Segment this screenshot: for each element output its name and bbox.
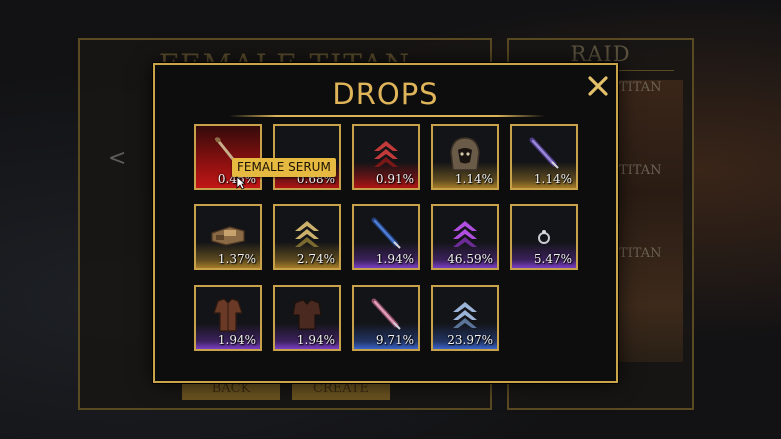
drop-chance: 2.74% (296, 252, 335, 266)
jacket-dark-icon (275, 295, 339, 335)
drop-slot-item-4[interactable]: 1.14% (431, 124, 499, 190)
drop-chance: 1.94% (217, 333, 256, 347)
gear-device-icon (196, 214, 260, 254)
drop-slot-item-6[interactable]: 1.37% (194, 204, 262, 270)
drop-chance: 1.94% (375, 252, 414, 266)
drop-chance: 1.14% (454, 172, 493, 186)
cursor-icon (236, 176, 246, 190)
item-tooltip: FEMALE SERUM (232, 158, 336, 177)
blade-purple-icon (512, 134, 576, 174)
drop-chance: 1.37% (217, 252, 256, 266)
drop-slot-item-8[interactable]: 1.94% (352, 204, 420, 270)
raid-item-2[interactable]: TITAN (619, 163, 662, 178)
drop-slot-female-serum[interactable]: 0.46% (194, 124, 262, 190)
rank-chevron-blue-icon (433, 295, 497, 335)
blade-blue-icon (354, 214, 418, 254)
drop-chance: 5.47% (533, 252, 572, 266)
rank-chevron-purple-icon (433, 214, 497, 254)
rank-chevron-red-icon (354, 134, 418, 174)
drop-chance: 23.97% (447, 333, 493, 347)
drop-slot-item-9[interactable]: 46.59% (431, 204, 499, 270)
drop-slot-item-14[interactable]: 23.97% (431, 285, 499, 351)
drop-slot-item-5[interactable]: 1.14% (510, 124, 578, 190)
drop-chance: 9.71% (375, 333, 414, 347)
drop-chance: 1.94% (296, 333, 335, 347)
drop-slot-item-10[interactable]: 5.47% (510, 204, 578, 270)
raid-titan-art (619, 80, 683, 362)
modal-title: DROPS (332, 77, 439, 111)
rank-chevron-gold-icon (275, 214, 339, 254)
raid-item-3[interactable]: TITAN (619, 246, 662, 261)
hood-mask-icon (433, 134, 497, 174)
drop-slot-item-11[interactable]: 1.94% (194, 285, 262, 351)
drop-chance: 0.91% (375, 172, 414, 186)
previous-arrow-icon[interactable]: < (108, 146, 126, 171)
drop-slot-item-7[interactable]: 2.74% (273, 204, 341, 270)
title-underline (229, 115, 545, 117)
jacket-icon (196, 295, 260, 335)
drop-slot-item-2[interactable]: 0.68% (273, 124, 341, 190)
drop-slot-item-12[interactable]: 1.94% (273, 285, 341, 351)
raid-item-1[interactable]: TITAN (619, 80, 662, 95)
ring-icon (512, 214, 576, 254)
drop-slot-item-3[interactable]: 0.91% (352, 124, 420, 190)
drop-chance: 1.14% (533, 172, 572, 186)
blade-pink-icon (354, 295, 418, 335)
drop-chance: 46.59% (447, 252, 493, 266)
drop-slot-item-13[interactable]: 9.71% (352, 285, 420, 351)
close-icon[interactable] (587, 75, 609, 97)
